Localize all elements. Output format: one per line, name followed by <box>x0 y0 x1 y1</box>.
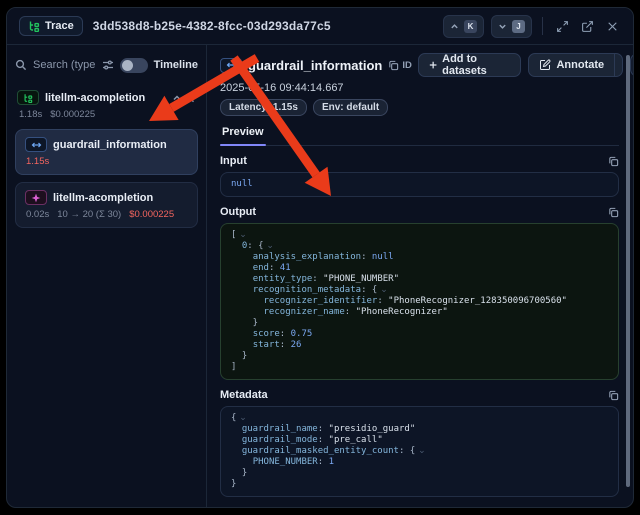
observation-tree: litellm-acompletion 1.18s $0.000225 <box>15 88 198 228</box>
node-latency: 0.02s <box>26 209 49 220</box>
scrollbar-thumb[interactable] <box>626 55 630 487</box>
root-cost: $0.000225 <box>50 109 95 120</box>
observation-detail-panel: guardrail_information ID Add to datasets <box>208 45 633 507</box>
page-title: guardrail_information <box>248 58 382 73</box>
metadata-json-view: { ⌄ guardrail_name: "presidio_guard" gua… <box>220 406 619 497</box>
collapse-all-icon[interactable] <box>186 93 196 103</box>
nav-next-button[interactable]: J <box>491 15 532 38</box>
annotate-split-button: Annotate <box>528 53 623 77</box>
input-section-title: Input <box>220 155 247 167</box>
annotate-pencil-icon <box>539 59 551 71</box>
expand-button[interactable] <box>553 17 571 35</box>
trace-tree-sidebar: Timeline litellm-acompletion <box>7 45 207 507</box>
close-icon <box>606 20 619 33</box>
copy-icon[interactable] <box>608 156 619 167</box>
span-arrows-icon <box>220 58 242 73</box>
filter-sliders-icon[interactable] <box>102 59 114 71</box>
close-button[interactable] <box>603 17 621 35</box>
plus-icon <box>429 60 437 70</box>
id-label: ID <box>402 60 412 71</box>
search-input[interactable] <box>33 59 96 71</box>
chevron-up-icon <box>450 22 459 31</box>
copy-icon[interactable] <box>608 390 619 401</box>
node-latency: 1.15s <box>26 156 49 167</box>
detail-tabs: Preview <box>220 123 619 146</box>
annotate-dropdown-button[interactable] <box>614 54 623 76</box>
latency-badge: Latency: 1.15s <box>220 99 307 116</box>
chevron-down-icon <box>498 22 507 31</box>
annotate-label: Annotate <box>556 59 604 71</box>
trace-detail-dialog: Trace 3dd538d8-b25e-4382-8fcc-03d293da77… <box>6 7 634 508</box>
tab-preview[interactable]: Preview <box>220 123 266 145</box>
node-name: litellm-acompletion <box>53 192 153 204</box>
screenshot-stage: Trace 3dd538d8-b25e-4382-8fcc-03d293da77… <box>0 0 640 515</box>
timeline-label: Timeline <box>154 59 198 71</box>
copy-icon[interactable] <box>608 207 619 218</box>
chevron-up-icon[interactable] <box>172 93 182 103</box>
add-to-datasets-label: Add to datasets <box>442 53 510 77</box>
nav-previous-button[interactable]: K <box>443 15 484 38</box>
copy-icon <box>388 60 399 71</box>
tree-root-row[interactable]: litellm-acompletion 1.18s $0.000225 <box>15 88 198 122</box>
env-badge: Env: default <box>313 99 388 116</box>
input-json-view: null <box>220 172 619 197</box>
trace-type-badge: Trace <box>19 16 83 36</box>
tree-node-litellm-acompletion[interactable]: litellm-acompletion 0.02s 10 → 20 (Σ 30)… <box>15 182 198 228</box>
trace-id: 3dd538d8-b25e-4382-8fcc-03d293da77c5 <box>93 19 331 33</box>
keycap-k: K <box>464 20 477 33</box>
open-in-new-icon <box>581 20 594 33</box>
annotate-button[interactable]: Annotate <box>529 54 614 76</box>
metadata-section-title: Metadata <box>220 389 268 401</box>
node-name: guardrail_information <box>53 139 167 151</box>
node-cost: $0.000225 <box>129 209 174 220</box>
topbar-divider <box>542 17 543 35</box>
add-to-datasets-button[interactable]: Add to datasets <box>418 53 522 77</box>
search-icon <box>15 59 27 71</box>
node-token-usage: 10 → 20 (Σ 30) <box>57 209 121 220</box>
expand-icon <box>556 20 569 33</box>
keycap-j: J <box>512 20 525 33</box>
span-arrows-icon <box>25 137 47 152</box>
root-latency: 1.18s <box>19 109 42 120</box>
topbar: Trace 3dd538d8-b25e-4382-8fcc-03d293da77… <box>7 8 633 45</box>
root-trace-name: litellm-acompletion <box>45 92 145 104</box>
toggle-knob <box>122 60 133 71</box>
timeline-toggle[interactable] <box>120 58 148 73</box>
output-json-view: [ ⌄ 0: { ⌄ analysis_explanation: null en… <box>220 223 619 380</box>
tree-node-guardrail-information[interactable]: guardrail_information 1.15s <box>15 129 198 175</box>
output-section-title: Output <box>220 206 256 218</box>
trace-badge-label: Trace <box>45 20 74 32</box>
copy-id-button[interactable]: ID <box>388 60 412 71</box>
observation-timestamp: 2025-05-16 09:44:14.667 <box>220 82 619 94</box>
trace-tree-icon <box>28 20 40 32</box>
comments-button[interactable] <box>630 53 634 77</box>
trace-node-icon <box>17 90 39 105</box>
open-in-new-button[interactable] <box>578 17 596 35</box>
generation-sparkle-icon <box>25 190 47 205</box>
